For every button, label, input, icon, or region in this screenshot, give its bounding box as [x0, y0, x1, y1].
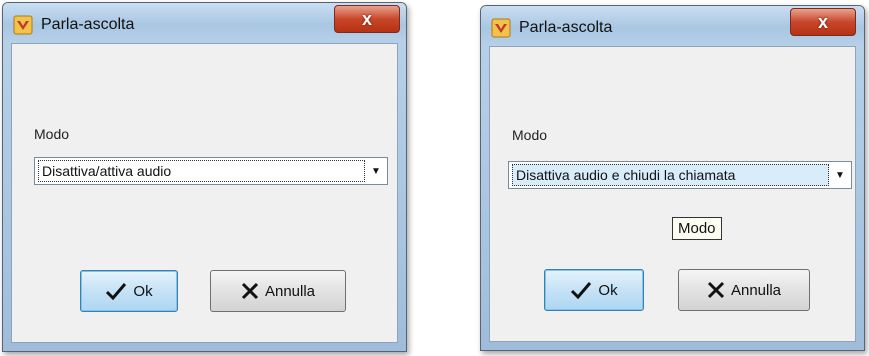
dialog-body: Modo Disattiva/attiva audio ▼ Ok Annulla — [11, 43, 398, 343]
mode-combobox-value: Disattiva/attiva audio — [38, 160, 365, 182]
x-icon — [707, 281, 725, 299]
dialog-body: Modo Disattiva audio e chiudi la chiamat… — [489, 46, 856, 342]
window-frame-left — [3, 43, 11, 351]
window-frame-bottom — [3, 343, 406, 351]
checkmark-icon — [570, 281, 592, 299]
window-title: Parla-ascolta — [519, 19, 613, 36]
mode-label: Modo — [512, 127, 548, 143]
mode-combobox[interactable]: Disattiva/attiva audio ▼ — [34, 157, 388, 185]
cancel-button-label: Annulla — [730, 281, 782, 299]
checkmark-icon — [105, 282, 127, 300]
ok-button[interactable]: Ok — [80, 270, 178, 312]
cancel-button[interactable]: Annulla — [678, 269, 810, 311]
window-frame-right — [398, 43, 406, 351]
mode-tooltip: Modo — [672, 217, 722, 240]
mode-label: Modo — [34, 126, 70, 142]
mode-combobox-value: Disattiva audio e chiudi la chiamata — [512, 164, 829, 186]
cancel-button-label: Annulla — [264, 282, 316, 300]
ok-button-label: Ok — [598, 281, 618, 299]
close-button[interactable]: x — [334, 5, 400, 33]
close-icon: x — [361, 8, 372, 29]
x-icon — [241, 282, 259, 300]
window-title: Parla-ascolta — [41, 16, 135, 33]
ok-button[interactable]: Ok — [544, 269, 644, 311]
cancel-button[interactable]: Annulla — [210, 270, 346, 312]
chevron-down-icon[interactable]: ▼ — [829, 162, 851, 188]
title-bar[interactable]: Parla-ascolta x — [481, 6, 864, 46]
window-frame-left — [481, 46, 489, 350]
chevron-down-icon[interactable]: ▼ — [365, 158, 387, 184]
window-frame-bottom — [481, 342, 864, 350]
dialog-parla-ascolta-2: Parla-ascolta x Modo Disattiva audio e c… — [480, 5, 865, 351]
app-icon — [13, 15, 33, 35]
ok-button-label: Ok — [133, 282, 153, 300]
mode-combobox[interactable]: Disattiva audio e chiudi la chiamata ▼ — [508, 161, 852, 189]
title-bar[interactable]: Parla-ascolta x — [3, 3, 406, 43]
window-frame-right — [856, 46, 864, 350]
close-button[interactable]: x — [790, 8, 856, 36]
dialog-parla-ascolta-1: Parla-ascolta x Modo Disattiva/attiva au… — [2, 2, 407, 352]
app-icon — [491, 18, 511, 38]
close-icon: x — [817, 11, 828, 32]
